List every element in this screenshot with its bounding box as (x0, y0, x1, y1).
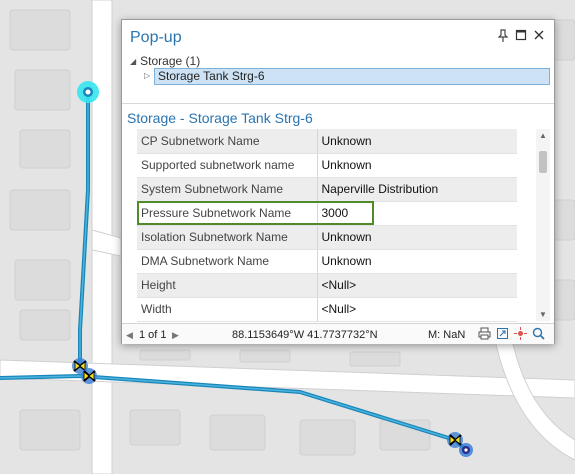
attribute-value: Unknown (317, 153, 517, 178)
popup-title: Pop-up (130, 29, 182, 46)
attribute-value: Unknown (317, 249, 517, 274)
pin-icon[interactable] (496, 29, 510, 45)
attribute-value: <Null> (317, 297, 517, 322)
divider (122, 103, 554, 104)
scroll-down-icon[interactable]: ▼ (539, 310, 547, 319)
attribute-name: Height (137, 273, 318, 298)
table-row: DMA Subnetwork Name Unknown (137, 249, 517, 274)
coordinates: 88.1153649°W 41.7737732°N (232, 329, 378, 341)
measure-value: M: NaN (428, 329, 466, 341)
status-bar: ◀ 1 of 1 ▶ 88.1153649°W 41.7737732°N M: … (122, 323, 554, 344)
attribute-table: CP Subnetwork Name Unknown Supported subn… (137, 129, 517, 322)
attribute-name: CP Subnetwork Name (137, 129, 318, 154)
print-icon[interactable] (478, 327, 491, 340)
attribute-value: <Null> (317, 273, 517, 298)
table-row: System Subnetwork Name Naperville Distrib… (137, 177, 517, 202)
flash-icon[interactable] (514, 327, 527, 340)
attribute-name: DMA Subnetwork Name (137, 249, 318, 274)
valve-icon[interactable] (81, 368, 97, 384)
collapse-icon[interactable]: ◢ (130, 57, 136, 66)
attribute-name: System Subnetwork Name (137, 177, 318, 202)
scroll-up-icon[interactable]: ▲ (539, 131, 547, 140)
next-icon[interactable]: ▶ (172, 330, 179, 341)
table-row: Isolation Subnetwork Name Unknown (137, 225, 517, 250)
maximize-icon[interactable] (514, 29, 528, 45)
export-icon[interactable] (496, 327, 509, 340)
record-title: Storage - Storage Tank Strg-6 (127, 110, 313, 126)
table-row: Height <Null> (137, 273, 517, 298)
attribute-name: Pressure Subnetwork Name (137, 201, 318, 226)
close-icon[interactable] (532, 29, 546, 45)
attribute-name: Isolation Subnetwork Name (137, 225, 318, 250)
attribute-value: 3000 (317, 201, 517, 226)
tree-layer-label: Storage (1) (140, 54, 201, 68)
prev-icon[interactable]: ◀ (126, 330, 133, 341)
attribute-name: Width (137, 297, 318, 322)
table-row: CP Subnetwork Name Unknown (137, 129, 517, 154)
popup-window[interactable]: Pop-up ◢ Storage (1) ▷ Storage Tank Strg… (121, 19, 555, 344)
attribute-value: Unknown (317, 225, 517, 250)
table-row: Supported subnetwork name Unknown (137, 153, 517, 178)
zoom-icon[interactable] (532, 327, 545, 340)
attribute-value: Naperville Distribution (317, 177, 517, 202)
table-row: Width <Null> (137, 297, 517, 322)
table-row: Pressure Subnetwork Name 3000 (137, 201, 517, 226)
page-indicator: 1 of 1 (139, 329, 167, 341)
tree-layer-node[interactable]: ◢ Storage (1) (130, 54, 200, 68)
storage-tank-icon[interactable] (77, 81, 99, 103)
tree-feature-node[interactable]: ▷ Storage Tank Strg-6 (144, 68, 550, 85)
storage-tank-icon[interactable] (459, 443, 473, 457)
attribute-value: Unknown (317, 129, 517, 154)
scroll-thumb[interactable] (539, 151, 547, 173)
tree-feature-label: Storage Tank Strg-6 (158, 69, 265, 83)
attribute-name: Supported subnetwork name (137, 153, 318, 178)
vertical-scrollbar[interactable]: ▲ ▼ (536, 129, 550, 321)
expand-icon[interactable]: ▷ (144, 71, 150, 80)
